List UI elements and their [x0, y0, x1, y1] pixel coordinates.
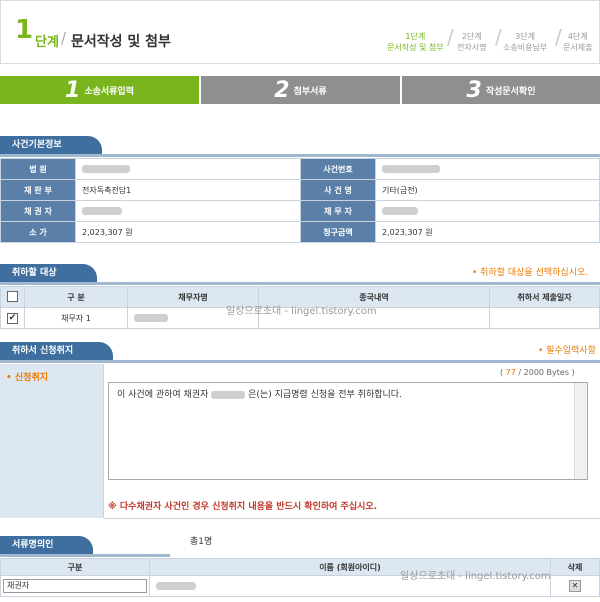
- case-info-table: 법 원 사건번호 재 판 부 전자독촉전담1 사 건 명 기타(금전) 채 권 …: [0, 158, 600, 243]
- row-checkbox-cell: ✔: [0, 307, 25, 329]
- claim-amount-label: 청구금액: [300, 221, 376, 243]
- step-indicator-2: 2단계 전자서명: [457, 32, 487, 52]
- case-name-value: 기타(금전): [375, 179, 600, 201]
- col-submit-date: 취하서 제출일자: [489, 286, 600, 308]
- reason-textarea[interactable]: 이 사건에 관하여 채권자 은(는) 지급명령 신청을 전부 취하합니다.: [108, 382, 588, 480]
- select-target-note: • 취하할 대상을 선택하십시오.: [472, 268, 589, 278]
- claim-value-label: 소 가: [0, 221, 76, 243]
- col-type: 구 분: [24, 286, 128, 308]
- watermark: 일상으로초대 - lingel.tistory.com: [226, 306, 377, 317]
- select-all-cell: [0, 286, 25, 308]
- court-label: 법 원: [0, 158, 76, 180]
- signer-count: 총1명: [190, 537, 213, 547]
- section-title: 사건기본정보: [0, 136, 102, 154]
- section-title: 취하할 대상: [0, 264, 97, 282]
- section-case-info: 사건기본정보: [0, 136, 600, 157]
- step-header: 1 단계 / 문서작성 및 첨부 1단계 문서작성 및 첨부 / 2단계 전자서명 …: [0, 0, 600, 64]
- step-indicator-4: 4단계 문서제출: [563, 32, 593, 52]
- judge-value: 전자독촉전담1: [75, 179, 301, 201]
- signer-type-cell: 채권자: [0, 575, 150, 597]
- court-value: [75, 158, 301, 180]
- step-separator: /: [555, 25, 562, 49]
- col-signer-delete: 삭제: [550, 558, 600, 576]
- step-separator: /: [447, 25, 454, 49]
- tab-confirm-document[interactable]: 3 작성문서확인: [402, 76, 600, 104]
- signer-type-field[interactable]: 채권자: [3, 579, 147, 593]
- multi-creditor-warning: ※ 다수채권자 사건인 경우 신청취지 내용을 반드시 확인하여 주십시오.: [108, 502, 378, 512]
- creditor-label: 채 권 자: [0, 200, 76, 222]
- row-type: 채무자 1: [24, 307, 128, 329]
- select-all-checkbox[interactable]: [7, 290, 18, 302]
- col-signer-type: 구분: [0, 558, 150, 576]
- row-checkbox[interactable]: ✔: [7, 312, 18, 324]
- byte-counter: ( 77 / 2000 Bytes ): [500, 368, 575, 377]
- step-separator: /: [495, 25, 502, 49]
- case-number-value: [375, 158, 600, 180]
- step-indicator-1: 1단계 문서작성 및 첨부: [387, 32, 444, 52]
- reason-label: • 신청취지: [6, 373, 49, 383]
- watermark: 일상으로초대 - lingel.tistory.com: [400, 571, 551, 582]
- case-number-label: 사건번호: [300, 158, 376, 180]
- section-signers: 서류명의인: [0, 536, 170, 557]
- debtor-label: 채 무 자: [300, 200, 376, 222]
- page-title: 문서작성 및 첨부: [71, 34, 171, 50]
- title-divider: /: [61, 29, 67, 47]
- creditor-value: [75, 200, 301, 222]
- step-word: 단계: [35, 35, 59, 50]
- delete-icon[interactable]: ✕: [569, 580, 581, 592]
- claim-amount-value: 2,023,307 원: [375, 221, 600, 243]
- step-indicator-3: 3단계 소송비용납부: [503, 32, 548, 52]
- claim-value-amount: 2,023,307 원: [75, 221, 301, 243]
- row-submit-date: [489, 307, 600, 329]
- tab-attachments[interactable]: 2 첨부서류: [201, 76, 400, 104]
- section-withdraw-reason: 취하서 신청취지: [0, 342, 600, 363]
- required-note: • 필수입력사항: [538, 346, 596, 356]
- case-name-label: 사 건 명: [300, 179, 376, 201]
- tab-case-input[interactable]: 1 소송서류입력: [0, 76, 199, 104]
- judge-label: 재 판 부: [0, 179, 76, 201]
- signer-delete-cell: ✕: [550, 575, 600, 597]
- step-number: 1: [15, 15, 34, 45]
- textarea-scrollbar[interactable]: [574, 383, 587, 479]
- debtor-value: [375, 200, 600, 222]
- reason-label-cell: • 신청취지: [0, 364, 104, 518]
- section-title: 취하서 신청취지: [0, 342, 114, 360]
- section-title: 서류명의인: [0, 536, 94, 554]
